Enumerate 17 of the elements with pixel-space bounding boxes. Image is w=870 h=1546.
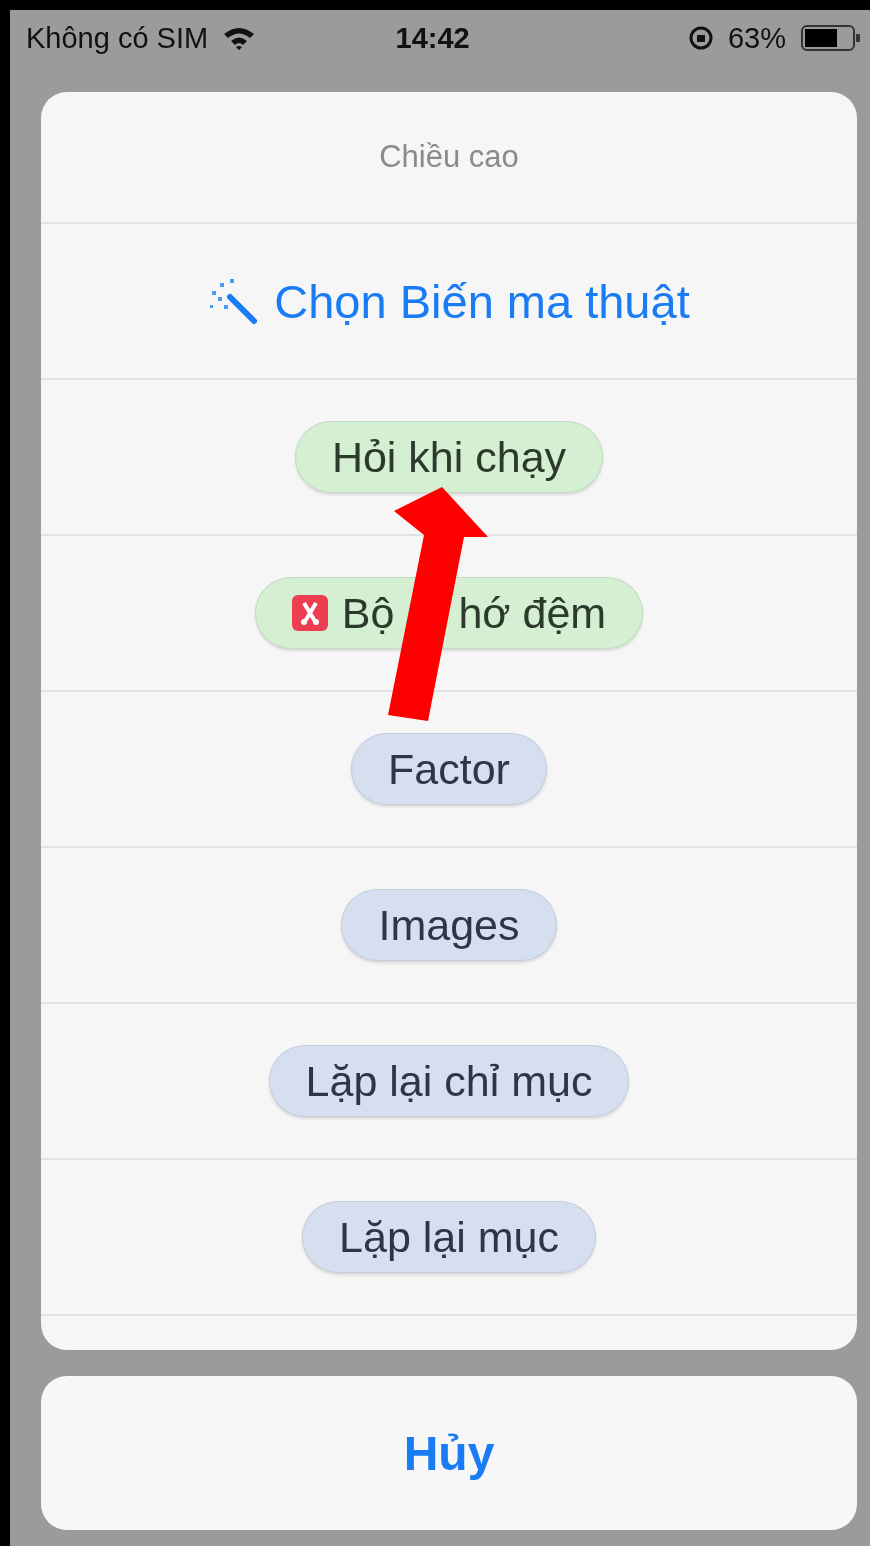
magic-variable-button[interactable]: Chọn Biến ma thuật — [202, 272, 696, 330]
pill-label: hớ đệm — [458, 588, 607, 638]
sheet-title: Chiều cao — [379, 139, 519, 175]
variable-pill[interactable]: Images — [341, 889, 557, 961]
carrier-label: Không có SIM — [26, 21, 209, 55]
wifi-icon — [222, 25, 257, 51]
battery-icon — [800, 24, 862, 52]
variable-pill[interactable]: Lặp lại mục — [302, 1201, 596, 1273]
variable-pill[interactable]: Bộ hớ đệm — [254, 577, 644, 649]
cancel-button[interactable]: Hủy — [41, 1376, 857, 1530]
clock-time: 14:42 — [395, 21, 470, 55]
variable-pill[interactable]: Hỏi khi chạy — [294, 421, 604, 493]
pill-label: Bộ — [341, 588, 395, 638]
variable-pill[interactable]: Factor — [351, 733, 547, 805]
battery-percent: 63% — [727, 21, 786, 55]
variable-pill[interactable]: Lặp lại chỉ mục — [268, 1045, 630, 1117]
rotation-lock-icon — [687, 25, 714, 51]
